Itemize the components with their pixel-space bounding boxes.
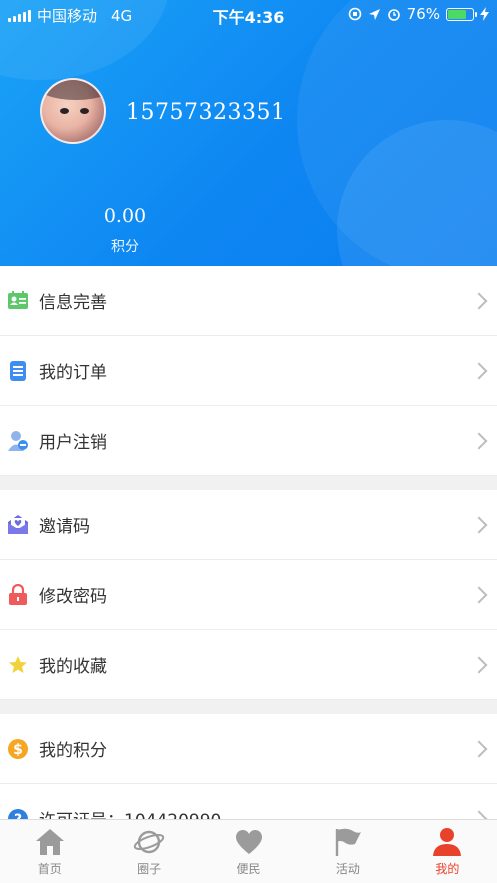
status-bar: 中国移动 4G 下午4:36 76% bbox=[0, 0, 497, 30]
tab-home[interactable]: 首页 bbox=[0, 820, 99, 883]
tab-convenience[interactable]: 便民 bbox=[199, 820, 298, 883]
menu-item-change-password[interactable]: 修改密码 bbox=[0, 560, 497, 630]
menu-item-label: 我的订单 bbox=[39, 363, 107, 383]
home-icon bbox=[34, 826, 66, 858]
tab-activity[interactable]: 活动 bbox=[298, 820, 397, 883]
avatar[interactable] bbox=[40, 78, 106, 144]
menu-item-label: 修改密码 bbox=[39, 587, 107, 607]
battery-icon bbox=[446, 7, 477, 21]
menu-item-label: 我的积分 bbox=[39, 741, 107, 761]
bottom-tab-bar: 首页 圈子 便民 活动 我的 bbox=[0, 819, 497, 883]
battery-percent: 76% bbox=[406, 5, 440, 23]
points-label: 积分 bbox=[111, 239, 139, 255]
points-value[interactable]: 0.00 bbox=[95, 205, 155, 227]
menu-item-label: 信息完善 bbox=[39, 293, 107, 313]
flag-icon bbox=[332, 826, 364, 858]
tab-circle[interactable]: 圈子 bbox=[99, 820, 198, 883]
chevron-right-icon bbox=[470, 292, 488, 309]
tab-label: 我的 bbox=[435, 862, 460, 876]
tab-label: 便民 bbox=[236, 862, 261, 876]
alarm-icon bbox=[387, 9, 400, 21]
menu-item-my-orders[interactable]: 我的订单 bbox=[0, 336, 497, 406]
user-phone: 15757323351 bbox=[126, 100, 286, 125]
menu-list: 信息完善 我的订单 用户注销 邀请码 修改密码 我的收藏 $ 我的积分 bbox=[0, 266, 497, 854]
chevron-right-icon bbox=[470, 740, 488, 757]
id-card-icon bbox=[7, 290, 29, 312]
chevron-right-icon bbox=[470, 586, 488, 603]
section-divider bbox=[0, 700, 497, 714]
location-arrow-icon bbox=[368, 8, 380, 20]
section-divider bbox=[0, 476, 497, 490]
star-icon bbox=[7, 654, 29, 676]
chevron-right-icon bbox=[470, 362, 488, 379]
chevron-right-icon bbox=[470, 656, 488, 673]
tab-label: 活动 bbox=[335, 862, 360, 876]
planet-icon bbox=[133, 826, 165, 858]
menu-item-info-complete[interactable]: 信息完善 bbox=[0, 266, 497, 336]
tab-label: 圈子 bbox=[137, 862, 162, 876]
menu-item-label: 邀请码 bbox=[39, 517, 90, 537]
menu-item-my-favorites[interactable]: 我的收藏 bbox=[0, 630, 497, 700]
orientation-lock-icon bbox=[348, 7, 361, 21]
user-remove-icon bbox=[7, 430, 29, 452]
tab-label: 首页 bbox=[37, 862, 62, 876]
profile-header: 中国移动 4G 下午4:36 76% 15757323351 0.00 积分 bbox=[0, 0, 497, 266]
menu-item-user-deregister[interactable]: 用户注销 bbox=[0, 406, 497, 476]
chevron-right-icon bbox=[470, 516, 488, 533]
charging-bolt-icon bbox=[480, 7, 489, 21]
menu-item-invite-code[interactable]: 邀请码 bbox=[0, 490, 497, 560]
order-list-icon bbox=[7, 360, 29, 382]
menu-item-label: 我的收藏 bbox=[39, 657, 107, 677]
heart-icon bbox=[233, 826, 265, 858]
svg-text:$: $ bbox=[13, 742, 23, 758]
lock-icon bbox=[7, 583, 29, 606]
dollar-coin-icon: $ bbox=[7, 738, 29, 760]
menu-item-label: 用户注销 bbox=[39, 433, 107, 453]
person-icon bbox=[431, 826, 463, 858]
chevron-right-icon bbox=[470, 432, 488, 449]
menu-item-my-points[interactable]: $ 我的积分 bbox=[0, 714, 497, 784]
tab-mine[interactable]: 我的 bbox=[398, 820, 497, 883]
invite-mail-icon bbox=[7, 514, 29, 536]
